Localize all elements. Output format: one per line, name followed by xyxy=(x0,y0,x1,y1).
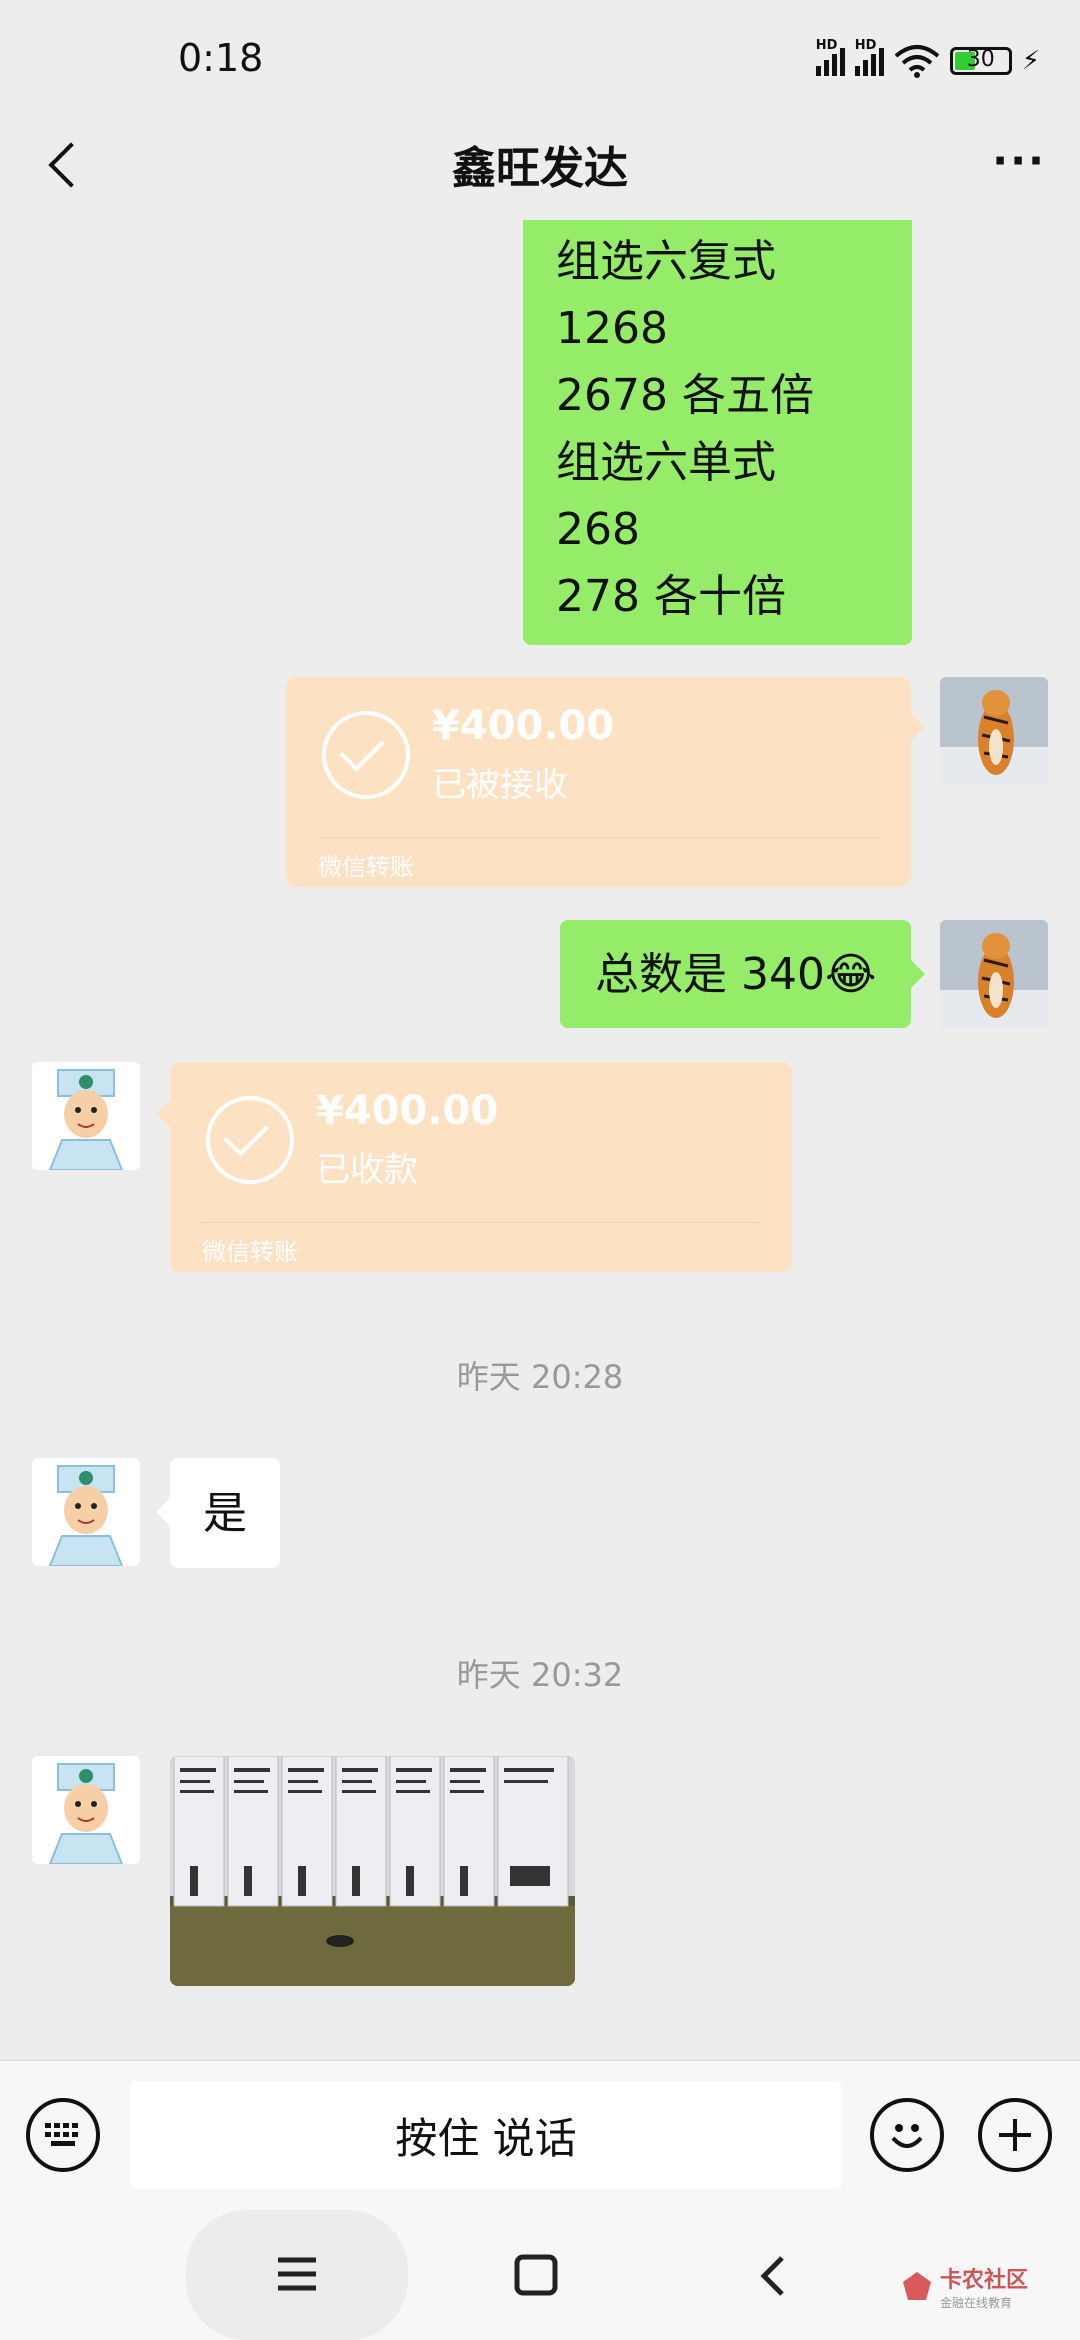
contact-avatar-image xyxy=(32,1062,140,1170)
divider xyxy=(316,837,881,838)
chat-title: 鑫旺发达 xyxy=(452,143,628,194)
message-bubble-sent[interactable]: 组选六复式 1268 2678 各五倍 组选六单式 268 278 各十倍 xyxy=(523,220,912,645)
transfer-status: 已被接收 xyxy=(432,765,568,805)
avatar-contact[interactable] xyxy=(32,1756,140,1864)
transfer-card-received[interactable]: ¥400.00 已收款 微信转账 xyxy=(156,1062,792,1272)
avatar-contact[interactable] xyxy=(32,1062,140,1170)
more-functions-button[interactable] xyxy=(978,2098,1052,2172)
watermark: 卡农社区 金融在线教育 xyxy=(900,2262,1028,2311)
status-time: 0:18 xyxy=(178,36,264,80)
tiger-avatar-image xyxy=(940,920,1048,1028)
transfer-source: 微信转账 xyxy=(202,1238,298,1266)
bubble-tail xyxy=(156,1498,170,1526)
message-line: 1268 xyxy=(556,303,668,354)
transfer-source: 微信转账 xyxy=(318,853,414,881)
message-bubble-received[interactable]: 是 xyxy=(156,1458,280,1568)
signal-icon: HD xyxy=(854,38,884,76)
watermark-logo-icon xyxy=(903,2271,931,2300)
status-icons: HD HD 30 ⚡ xyxy=(815,38,1040,78)
watermark-tagline: 金融在线教育 xyxy=(940,2296,1013,2310)
charging-icon: ⚡ xyxy=(1021,46,1040,76)
avatar-self[interactable] xyxy=(940,920,1048,1028)
wifi-icon xyxy=(894,45,940,78)
chat-header: 鑫旺发达 ··· xyxy=(0,110,1080,220)
message-text: 是 xyxy=(203,1487,247,1539)
hold-to-talk-button[interactable]: 按住 说话 xyxy=(130,2081,842,2189)
message-line: 268 xyxy=(556,504,640,555)
contact-avatar-image xyxy=(32,1756,140,1864)
watermark-name: 卡农社区 xyxy=(940,2268,1029,2293)
avatar-self[interactable] xyxy=(940,677,1048,785)
message-line: 组选六单式 xyxy=(556,437,776,488)
hd-label: HD xyxy=(815,38,838,53)
message-bubble-sent[interactable]: 总数是 340 😂 xyxy=(560,920,925,1028)
home-button[interactable] xyxy=(514,2254,558,2300)
contact-avatar-image xyxy=(32,1458,140,1566)
transfer-amount: ¥400.00 xyxy=(316,1088,499,1134)
timestamp: 昨天 20:28 xyxy=(456,1358,624,1396)
battery-icon: 30 xyxy=(949,47,1012,75)
image-message[interactable] xyxy=(170,1756,575,1986)
transfer-status: 已收款 xyxy=(316,1150,418,1190)
input-bar: 按住 说话 xyxy=(0,2060,1080,2211)
divider xyxy=(200,1222,762,1223)
keyboard-icon xyxy=(45,2123,78,2146)
plus-icon xyxy=(999,2119,1031,2151)
back-nav-button[interactable] xyxy=(758,2254,788,2302)
check-icon xyxy=(322,711,410,799)
lottery-tickets-photo xyxy=(170,1756,575,1986)
transfer-amount: ¥400.00 xyxy=(432,703,615,749)
home-icon xyxy=(514,2254,558,2296)
timestamp: 昨天 20:32 xyxy=(456,1656,624,1694)
system-navigation-bar: 卡农社区 金融在线教育 xyxy=(0,2210,1080,2340)
bubble-tail xyxy=(156,1100,170,1128)
bubble-tail xyxy=(911,713,925,741)
bubble-tail xyxy=(911,960,925,988)
more-button[interactable]: ··· xyxy=(992,140,1046,182)
avatar-contact[interactable] xyxy=(32,1458,140,1566)
menu-icon xyxy=(278,2257,316,2291)
back-arrow-icon xyxy=(760,2256,784,2296)
message-line: 组选六复式 xyxy=(556,236,776,287)
message-line: 2678 各五倍 xyxy=(556,370,814,421)
keyboard-button[interactable] xyxy=(26,2098,100,2172)
laugh-emoji: 😂 xyxy=(824,948,877,1000)
message-text: 总数是 340 xyxy=(595,948,825,1000)
signal-icon: HD xyxy=(815,38,845,76)
check-icon xyxy=(206,1096,294,1184)
emoji-button[interactable] xyxy=(870,2098,944,2172)
smiley-icon xyxy=(891,2124,923,2148)
hd-label: HD xyxy=(854,38,877,53)
menu-button[interactable] xyxy=(276,2254,318,2298)
message-line: 278 各十倍 xyxy=(556,571,786,622)
transfer-card-sent[interactable]: ¥400.00 已被接收 微信转账 xyxy=(286,677,925,887)
tiger-avatar-image xyxy=(940,677,1048,785)
battery-level: 30 xyxy=(966,47,995,72)
